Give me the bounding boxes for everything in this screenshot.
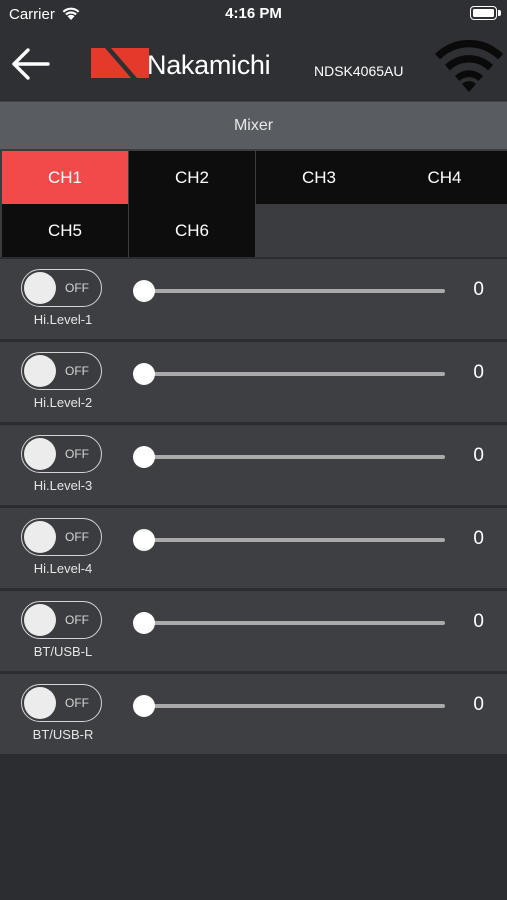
tab-ch3[interactable]: CH3 xyxy=(256,151,382,204)
clock: 4:16 PM xyxy=(225,5,282,22)
slider-thumb[interactable] xyxy=(133,529,155,551)
channel-tabs: CH1 CH2 CH3 CH4 CH5 CH6 xyxy=(0,149,507,257)
input-toggle[interactable]: OFF xyxy=(21,269,102,307)
level-slider[interactable] xyxy=(143,372,445,376)
toggle-knob xyxy=(24,686,56,719)
input-label: Hi.Level-4 xyxy=(33,561,93,576)
toggle-knob xyxy=(24,271,56,304)
mixer-row-bt-usb-l: OFF BT/USB-L 0 xyxy=(0,590,507,671)
slider-thumb[interactable] xyxy=(133,280,155,302)
slider-thumb[interactable] xyxy=(133,612,155,634)
level-slider[interactable] xyxy=(143,704,445,708)
input-toggle[interactable]: OFF xyxy=(21,601,102,639)
tab-ch4[interactable]: CH4 xyxy=(382,151,507,204)
nakamichi-logo-icon xyxy=(91,48,149,78)
toggle-knob xyxy=(24,437,56,470)
input-label: Hi.Level-3 xyxy=(33,478,93,493)
wifi-connection-icon[interactable] xyxy=(432,38,506,94)
level-value: 0 xyxy=(473,445,484,466)
toggle-state: OFF xyxy=(65,364,89,378)
level-value: 0 xyxy=(473,279,484,300)
device-id: NDSK4065AU xyxy=(314,63,404,79)
input-label: BT/USB-L xyxy=(33,644,93,659)
back-arrow-icon[interactable] xyxy=(8,44,54,84)
status-bar: Carrier 4:16 PM xyxy=(0,0,507,30)
input-label: Hi.Level-2 xyxy=(33,395,93,410)
mixer-row-bt-usb-r: OFF BT/USB-R 0 xyxy=(0,673,507,754)
mixer-row-hi-level-1: OFF Hi.Level-1 0 xyxy=(0,258,507,339)
toggle-state: OFF xyxy=(65,613,89,627)
battery-icon xyxy=(470,6,501,20)
slider-thumb[interactable] xyxy=(133,363,155,385)
input-label: BT/USB-R xyxy=(32,727,94,742)
tab-ch1[interactable]: CH1 xyxy=(2,151,128,204)
section-title: Mixer xyxy=(0,101,507,149)
level-slider[interactable] xyxy=(143,621,445,625)
level-slider[interactable] xyxy=(143,538,445,542)
toggle-state: OFF xyxy=(65,530,89,544)
toggle-knob xyxy=(24,354,56,387)
mixer-row-hi-level-2: OFF Hi.Level-2 0 xyxy=(0,341,507,422)
level-value: 0 xyxy=(473,362,484,383)
level-value: 0 xyxy=(473,694,484,715)
tab-ch2[interactable]: CH2 xyxy=(129,151,255,204)
toggle-knob xyxy=(24,520,56,553)
level-value: 0 xyxy=(473,611,484,632)
level-slider[interactable] xyxy=(143,289,445,293)
brand-name: Nakamichi xyxy=(147,50,271,80)
slider-thumb[interactable] xyxy=(133,446,155,468)
mixer-row-hi-level-3: OFF Hi.Level-3 0 xyxy=(0,424,507,505)
mixer-row-hi-level-4: OFF Hi.Level-4 0 xyxy=(0,507,507,588)
level-slider[interactable] xyxy=(143,455,445,459)
toggle-knob xyxy=(24,603,56,636)
slider-thumb[interactable] xyxy=(133,695,155,717)
level-value: 0 xyxy=(473,528,484,549)
tab-ch6[interactable]: CH6 xyxy=(129,204,255,257)
input-toggle[interactable]: OFF xyxy=(21,684,102,722)
toggle-state: OFF xyxy=(65,696,89,710)
input-toggle[interactable]: OFF xyxy=(21,352,102,390)
tab-ch5[interactable]: CH5 xyxy=(2,204,128,257)
input-label: Hi.Level-1 xyxy=(33,312,93,327)
toggle-state: OFF xyxy=(65,281,89,295)
input-toggle[interactable]: OFF xyxy=(21,518,102,556)
input-toggle[interactable]: OFF xyxy=(21,435,102,473)
toggle-state: OFF xyxy=(65,447,89,461)
